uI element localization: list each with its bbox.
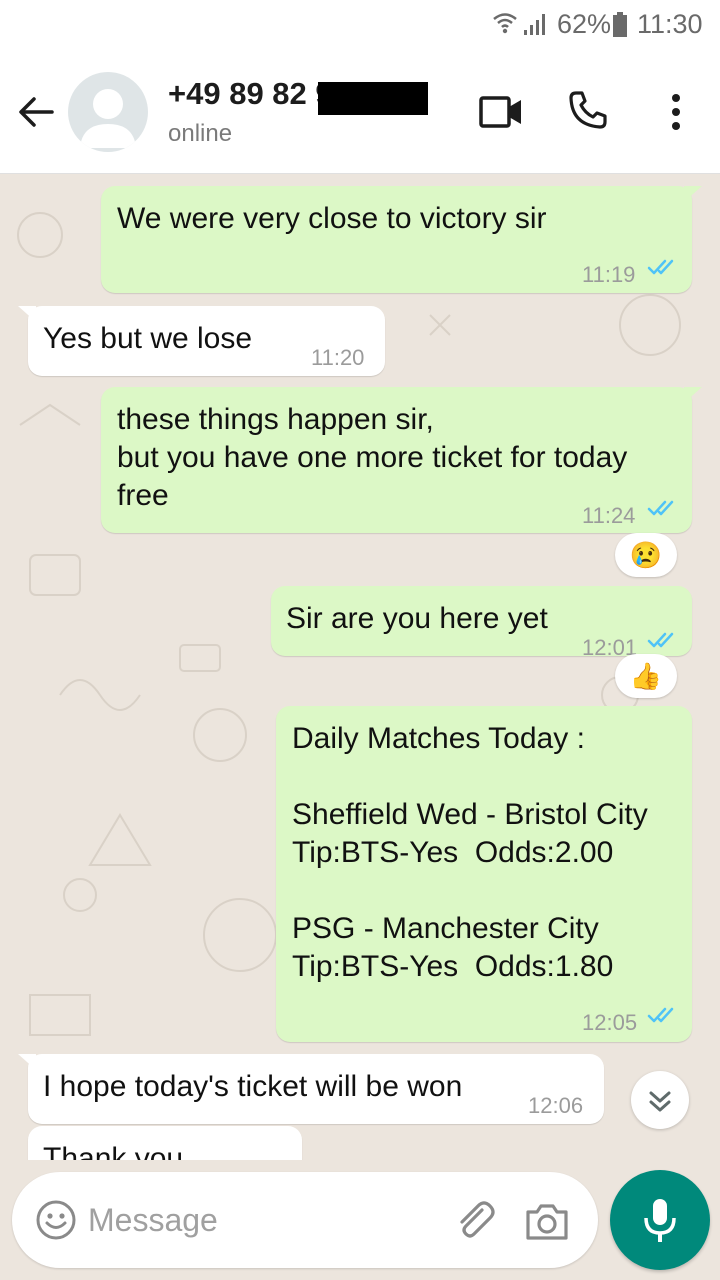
message-list[interactable]: We were very close to victory sir 11:19 …: [0, 175, 720, 1160]
message-text: Thank you: [43, 1142, 184, 1160]
bubble-tail: [684, 186, 702, 202]
bubble-tail: [18, 1054, 36, 1070]
message-composer: [12, 1172, 598, 1268]
message-bubble-outgoing[interactable]: We were very close to victory sir 11:19: [101, 186, 702, 293]
attach-icon[interactable]: [452, 1198, 498, 1244]
redaction-bar: [318, 82, 428, 115]
signal-icon: [524, 14, 545, 35]
message-text: Sir are you here yet: [286, 602, 548, 635]
battery-percent: 62%: [557, 9, 612, 39]
message-bubble-outgoing[interactable]: Sir are you here yet 12:01: [271, 586, 692, 660]
voice-record-button[interactable]: [610, 1170, 710, 1270]
battery-icon: [613, 12, 627, 37]
message-bubble-incoming[interactable]: I hope today's ticket will be won 12:06: [18, 1054, 604, 1124]
camera-icon[interactable]: [524, 1200, 570, 1242]
back-arrow-icon[interactable]: [14, 90, 58, 134]
reaction-badge[interactable]: 😢: [615, 533, 677, 577]
message-text: We were very close to victory sir: [117, 202, 547, 235]
chat-header: +49 89 82 9 online: [0, 52, 720, 174]
message-time: 11:20: [311, 345, 365, 370]
double-check-icon: [647, 1007, 674, 1023]
contact-status: online: [168, 120, 233, 147]
double-check-icon: [647, 259, 674, 275]
message-time: 11:19: [582, 262, 636, 287]
more-vert-icon[interactable]: [664, 88, 688, 136]
scroll-to-bottom-button[interactable]: [631, 1071, 689, 1129]
chat-screen: 62% 11:30 +49 89 82 9 online We were ver…: [0, 0, 720, 1280]
clock: 11:30: [637, 9, 703, 39]
bubble-tail: [18, 306, 36, 322]
phone-icon[interactable]: [566, 88, 610, 132]
message-text: these things happen sir, but you have on…: [117, 403, 628, 512]
double-chevron-down-icon: [649, 1091, 671, 1112]
contact-name[interactable]: +49 89 82 9: [168, 76, 333, 112]
message-text: Yes but we lose: [43, 322, 253, 355]
message-bubble-incoming[interactable]: Yes but we lose 11:20: [18, 306, 385, 376]
message-bubble-incoming[interactable]: Thank you: [28, 1126, 302, 1160]
message-time: 12:06: [528, 1093, 584, 1118]
emoji-icon[interactable]: [34, 1198, 78, 1242]
double-check-icon: [647, 632, 674, 648]
avatar[interactable]: [68, 72, 148, 152]
message-text: Daily Matches Today : Sheffield Wed - Br…: [292, 722, 648, 983]
video-call-icon[interactable]: [478, 92, 524, 132]
mic-icon: [644, 1199, 676, 1242]
reaction-badge[interactable]: 👍: [615, 654, 677, 698]
message-bubble-outgoing[interactable]: these things happen sir, but you have on…: [101, 387, 702, 533]
double-check-icon: [647, 500, 674, 516]
bubble-tail: [684, 387, 702, 403]
wifi-icon: [493, 13, 517, 34]
message-time: 12:05: [582, 1010, 638, 1035]
message-input[interactable]: [88, 1198, 428, 1242]
message-text: I hope today's ticket will be won: [43, 1070, 463, 1103]
message-time: 11:24: [582, 503, 636, 528]
message-bubble-outgoing[interactable]: Daily Matches Today : Sheffield Wed - Br…: [276, 706, 692, 1042]
status-bar: 62% 11:30: [0, 0, 720, 52]
avatar-placeholder-icon: [80, 89, 136, 148]
